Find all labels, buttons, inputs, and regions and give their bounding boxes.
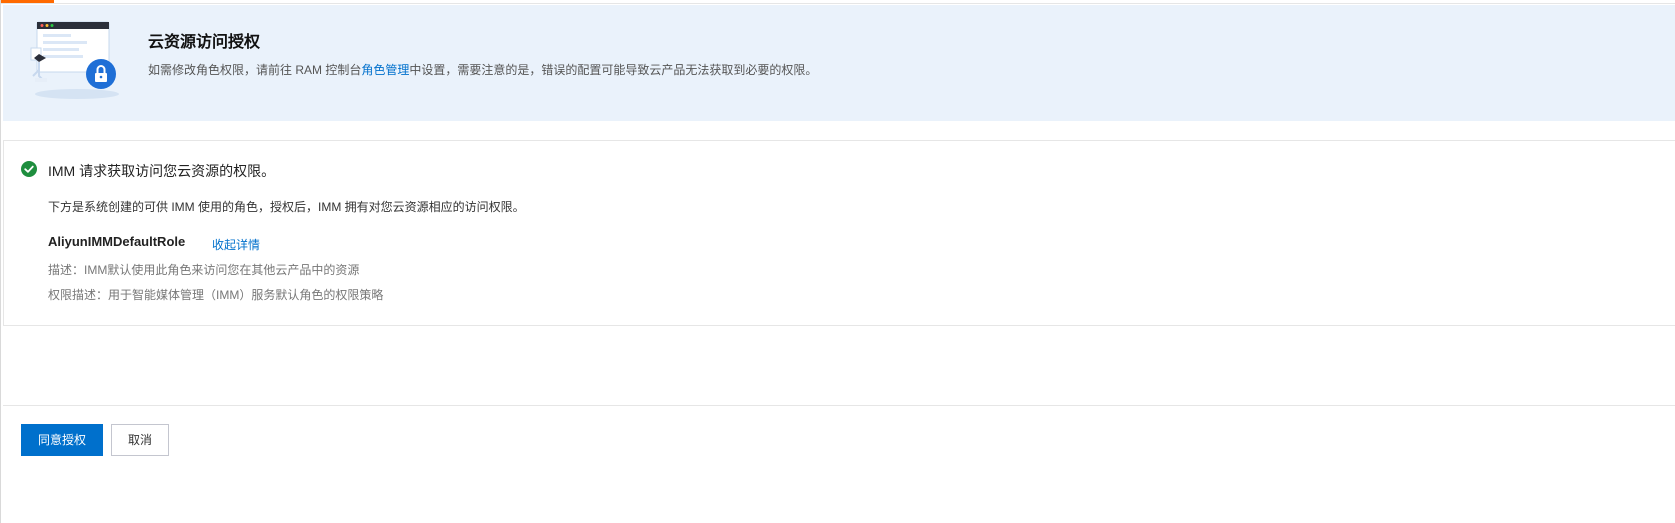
request-description: 下方是系统创建的可供 IMM 使用的角色，授权后，IMM 拥有对您云资源相应的访… — [48, 200, 525, 214]
lock-icon — [30, 21, 119, 99]
banner-description: 如需修改角色权限，请前往 RAM 控制台角色管理中设置，需要注意的是，错误的配置… — [148, 61, 817, 78]
role-management-link[interactable]: 角色管理 — [361, 63, 409, 77]
request-title: IMM 请求获取访问您云资源的权限。 — [48, 163, 276, 179]
footer-divider — [3, 405, 1675, 406]
banner-title: 云资源访问授权 — [148, 34, 261, 51]
active-tab-indicator — [1, 0, 54, 3]
collapse-details-link[interactable]: 收起详情 — [212, 236, 260, 253]
role-name: AliyunIMMDefaultRole — [48, 234, 186, 249]
authorization-page: 云资源访问授权 如需修改角色权限，请前往 RAM 控制台角色管理中设置，需要注意… — [0, 0, 1675, 523]
role-permission-description: 权限描述：用于智能媒体管理（IMM）服务默认角色的权限策略 — [48, 288, 384, 302]
role-description: 描述：IMM默认使用此角色来访问您在其他云产品中的资源 — [48, 263, 360, 277]
authorize-button[interactable]: 同意授权 — [21, 424, 103, 456]
banner-desc-suffix: 中设置，需要注意的是，错误的配置可能导致云产品无法获取到必要的权限。 — [409, 63, 818, 77]
top-strip — [1, 0, 1675, 4]
banner-desc-prefix: 如需修改角色权限，请前往 RAM 控制台 — [148, 63, 362, 77]
check-circle-icon — [21, 161, 37, 177]
cancel-button[interactable]: 取消 — [111, 424, 169, 456]
